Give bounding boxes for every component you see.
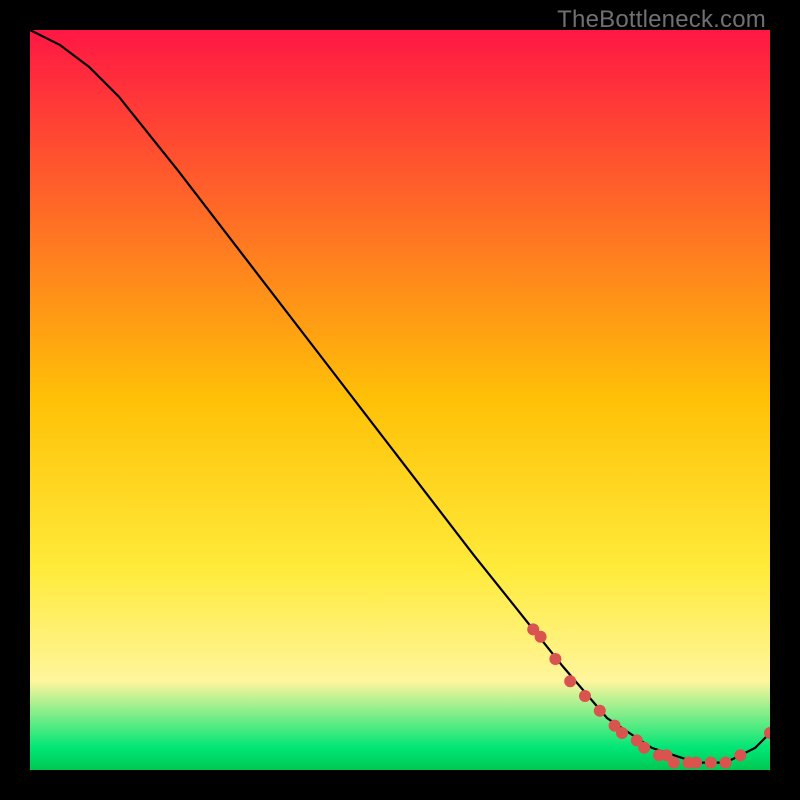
- gpu-marker: [549, 653, 561, 665]
- gpu-marker: [638, 742, 650, 754]
- bottleneck-chart: [30, 30, 770, 770]
- gpu-marker: [579, 690, 591, 702]
- gpu-marker: [668, 757, 680, 769]
- gpu-marker: [720, 757, 732, 769]
- gradient-background: [30, 30, 770, 770]
- gpu-marker: [734, 749, 746, 761]
- gpu-marker: [535, 631, 547, 643]
- gpu-marker: [616, 727, 628, 739]
- chart-frame: [30, 30, 770, 770]
- gpu-marker: [594, 705, 606, 717]
- gpu-marker: [564, 675, 576, 687]
- gpu-marker: [690, 757, 702, 769]
- gpu-marker: [705, 757, 717, 769]
